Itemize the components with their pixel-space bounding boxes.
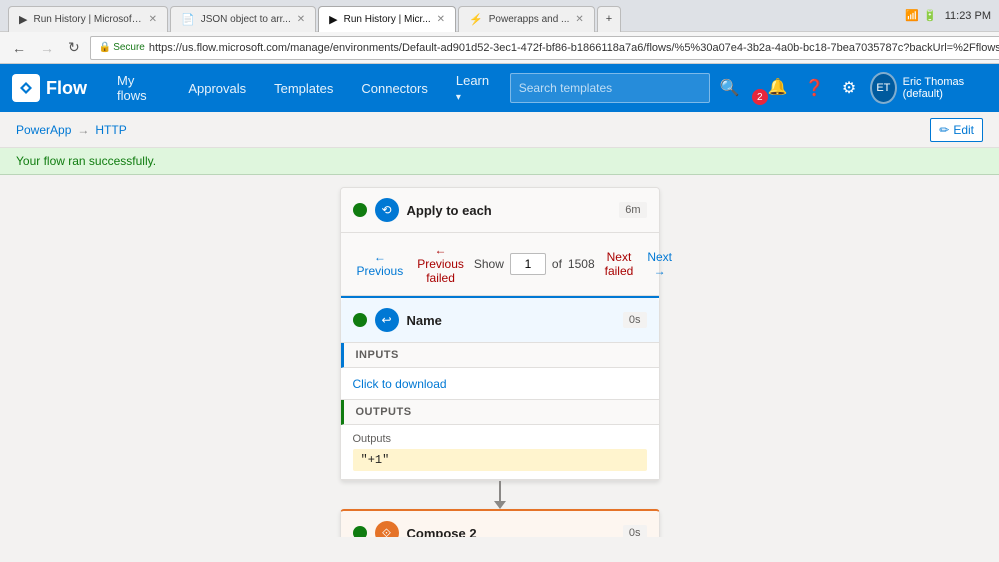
apply-success-dot <box>353 203 367 217</box>
name-sub-card: ↩ Name 0s INPUTS Click to download OUTPU… <box>341 296 659 480</box>
secure-label: Secure <box>113 42 145 53</box>
user-display-name: Eric Thomas (default) <box>903 76 987 100</box>
breadcrumb-bar: PowerApp → HTTP ✏ Edit <box>0 112 999 148</box>
battery-icon: 🔋 <box>923 9 937 22</box>
name-outputs-body: Outputs "+1" <box>341 425 659 480</box>
name-card-title: Name <box>407 313 615 328</box>
compose2-card-time: 0s <box>623 525 647 537</box>
success-message: Your flow ran successfully. <box>16 154 156 168</box>
user-avatar: ET <box>870 72 897 104</box>
next-button[interactable]: Next → <box>643 248 676 280</box>
connector-between <box>494 481 506 509</box>
app-logo[interactable]: Flow <box>12 74 87 102</box>
tab1-close[interactable]: ✕ <box>149 14 157 25</box>
breadcrumb-http[interactable]: HTTP <box>95 123 126 137</box>
name-card-time: 0s <box>623 312 647 328</box>
name-outputs-label: Outputs <box>353 433 647 445</box>
learn-nav[interactable]: Learn ▾ <box>446 69 502 107</box>
help-button[interactable]: ❓ <box>802 72 828 104</box>
tab3-label: Run History | Micr... <box>344 14 431 25</box>
breadcrumb-powerapp[interactable]: PowerApp <box>16 123 71 137</box>
tab4-label: Powerapps and ... <box>489 14 570 25</box>
templates-nav[interactable]: Templates <box>264 77 343 100</box>
new-tab-button[interactable]: + <box>597 6 621 32</box>
iteration-total: 1508 <box>568 257 595 271</box>
browser-tab-2[interactable]: 📄 JSON object to arr... ✕ <box>170 6 316 32</box>
header-search: 🔍 <box>510 72 746 104</box>
name-card-header: ↩ Name 0s <box>341 298 659 343</box>
iteration-input[interactable] <box>510 253 546 275</box>
edit-button[interactable]: ✏ Edit <box>930 118 983 142</box>
approvals-nav[interactable]: Approvals <box>178 77 256 100</box>
browser-tab-1[interactable]: ▶ Run History | Microsoft Flow ✕ <box>8 6 168 32</box>
my-flows-nav[interactable]: My flows <box>107 69 170 107</box>
tab4-favicon: ⚡ <box>469 13 483 26</box>
notification-badge: 2 <box>752 89 768 105</box>
name-outputs-header: OUTPUTS <box>341 400 659 425</box>
compose2-success-dot <box>353 526 367 537</box>
refresh-button[interactable]: ↻ <box>64 37 84 58</box>
tab2-favicon: 📄 <box>181 13 195 26</box>
learn-chevron-icon: ▾ <box>456 92 461 103</box>
wifi-icon: 📶 <box>905 9 919 22</box>
connectors-nav[interactable]: Connectors <box>351 77 437 100</box>
apply-to-each-card: ⟲ Apply to each 6m ← Previous ← Previous… <box>340 187 660 481</box>
apply-card-icon: ⟲ <box>375 198 399 222</box>
tab3-favicon: ▶ <box>329 13 337 26</box>
tab2-close[interactable]: ✕ <box>297 14 305 25</box>
browser-chrome: ▶ Run History | Microsoft Flow ✕ 📄 JSON … <box>0 0 999 64</box>
compose2-card-icon: ⟐ <box>375 521 399 537</box>
header-icon-group: 🔔 2 ❓ ⚙ ET Eric Thomas (default) <box>762 71 987 105</box>
back-button[interactable]: ← <box>8 38 30 58</box>
lock-icon: 🔒 <box>99 42 111 53</box>
compose2-card-title: Compose 2 <box>407 526 615 538</box>
flow-logo-icon <box>12 74 40 102</box>
browser-tab-bar: ▶ Run History | Microsoft Flow ✕ 📄 JSON … <box>0 0 999 32</box>
name-inputs-download[interactable]: Click to download <box>353 377 447 391</box>
name-outputs-value: "+1" <box>353 449 647 471</box>
edit-pencil-icon: ✏ <box>939 123 949 137</box>
name-inputs-header: INPUTS <box>341 343 659 368</box>
name-card-icon: ↩ <box>375 308 399 332</box>
compose2-card: ⟐ Compose 2 0s INPUTS Click to download … <box>340 509 660 537</box>
tab1-favicon: ▶ <box>19 13 27 26</box>
tab3-close[interactable]: ✕ <box>437 14 445 25</box>
show-label: Show <box>474 257 504 271</box>
browser-nav-bar: ← → ↻ 🔒 Secure https://us.flow.microsoft… <box>0 32 999 64</box>
address-bar[interactable]: https://us.flow.microsoft.com/manage/env… <box>149 42 999 54</box>
previous-button[interactable]: ← Previous <box>353 248 408 280</box>
apply-card-time: 6m <box>619 202 646 218</box>
main-content: ⟲ Apply to each 6m ← Previous ← Previous… <box>0 175 999 537</box>
name-success-dot <box>353 313 367 327</box>
forward-button[interactable]: → <box>36 38 58 58</box>
apply-card-title: Apply to each <box>407 203 612 218</box>
search-input[interactable] <box>510 73 710 103</box>
app-logo-text: Flow <box>46 78 87 99</box>
tab1-label: Run History | Microsoft Flow <box>33 14 142 25</box>
previous-failed-button[interactable]: ← Previous failed <box>413 241 468 287</box>
success-banner: Your flow ran successfully. <box>0 148 999 175</box>
browser-tab-4[interactable]: ⚡ Powerapps and ... ✕ <box>458 6 595 32</box>
iteration-separator: of <box>552 257 562 271</box>
compose2-header: ⟐ Compose 2 0s <box>341 511 659 537</box>
name-inputs-body: Click to download <box>341 368 659 400</box>
tab2-label: JSON object to arr... <box>201 14 291 25</box>
search-button[interactable]: 🔍 <box>714 72 746 104</box>
secure-badge: 🔒 Secure <box>99 42 145 53</box>
browser-tab-3[interactable]: ▶ Run History | Micr... ✕ <box>318 6 456 32</box>
next-failed-button[interactable]: Next failed <box>601 248 638 280</box>
settings-header-button[interactable]: ⚙ <box>836 72 862 104</box>
new-tab-icon: + <box>606 13 612 25</box>
edit-label: Edit <box>953 123 974 137</box>
breadcrumb-separator: → <box>77 123 89 137</box>
user-profile-button[interactable]: ET Eric Thomas (default) <box>870 72 987 104</box>
tab4-close[interactable]: ✕ <box>575 14 583 25</box>
time-display: 11:23 PM <box>945 10 991 22</box>
apply-to-each-header: ⟲ Apply to each 6m <box>341 188 659 233</box>
browser-tabs: ▶ Run History | Microsoft Flow ✕ 📄 JSON … <box>8 0 621 32</box>
iteration-controls: ← Previous ← Previous failed Show of 150… <box>341 233 659 296</box>
app-header: Flow My flows Approvals Templates Connec… <box>0 64 999 112</box>
